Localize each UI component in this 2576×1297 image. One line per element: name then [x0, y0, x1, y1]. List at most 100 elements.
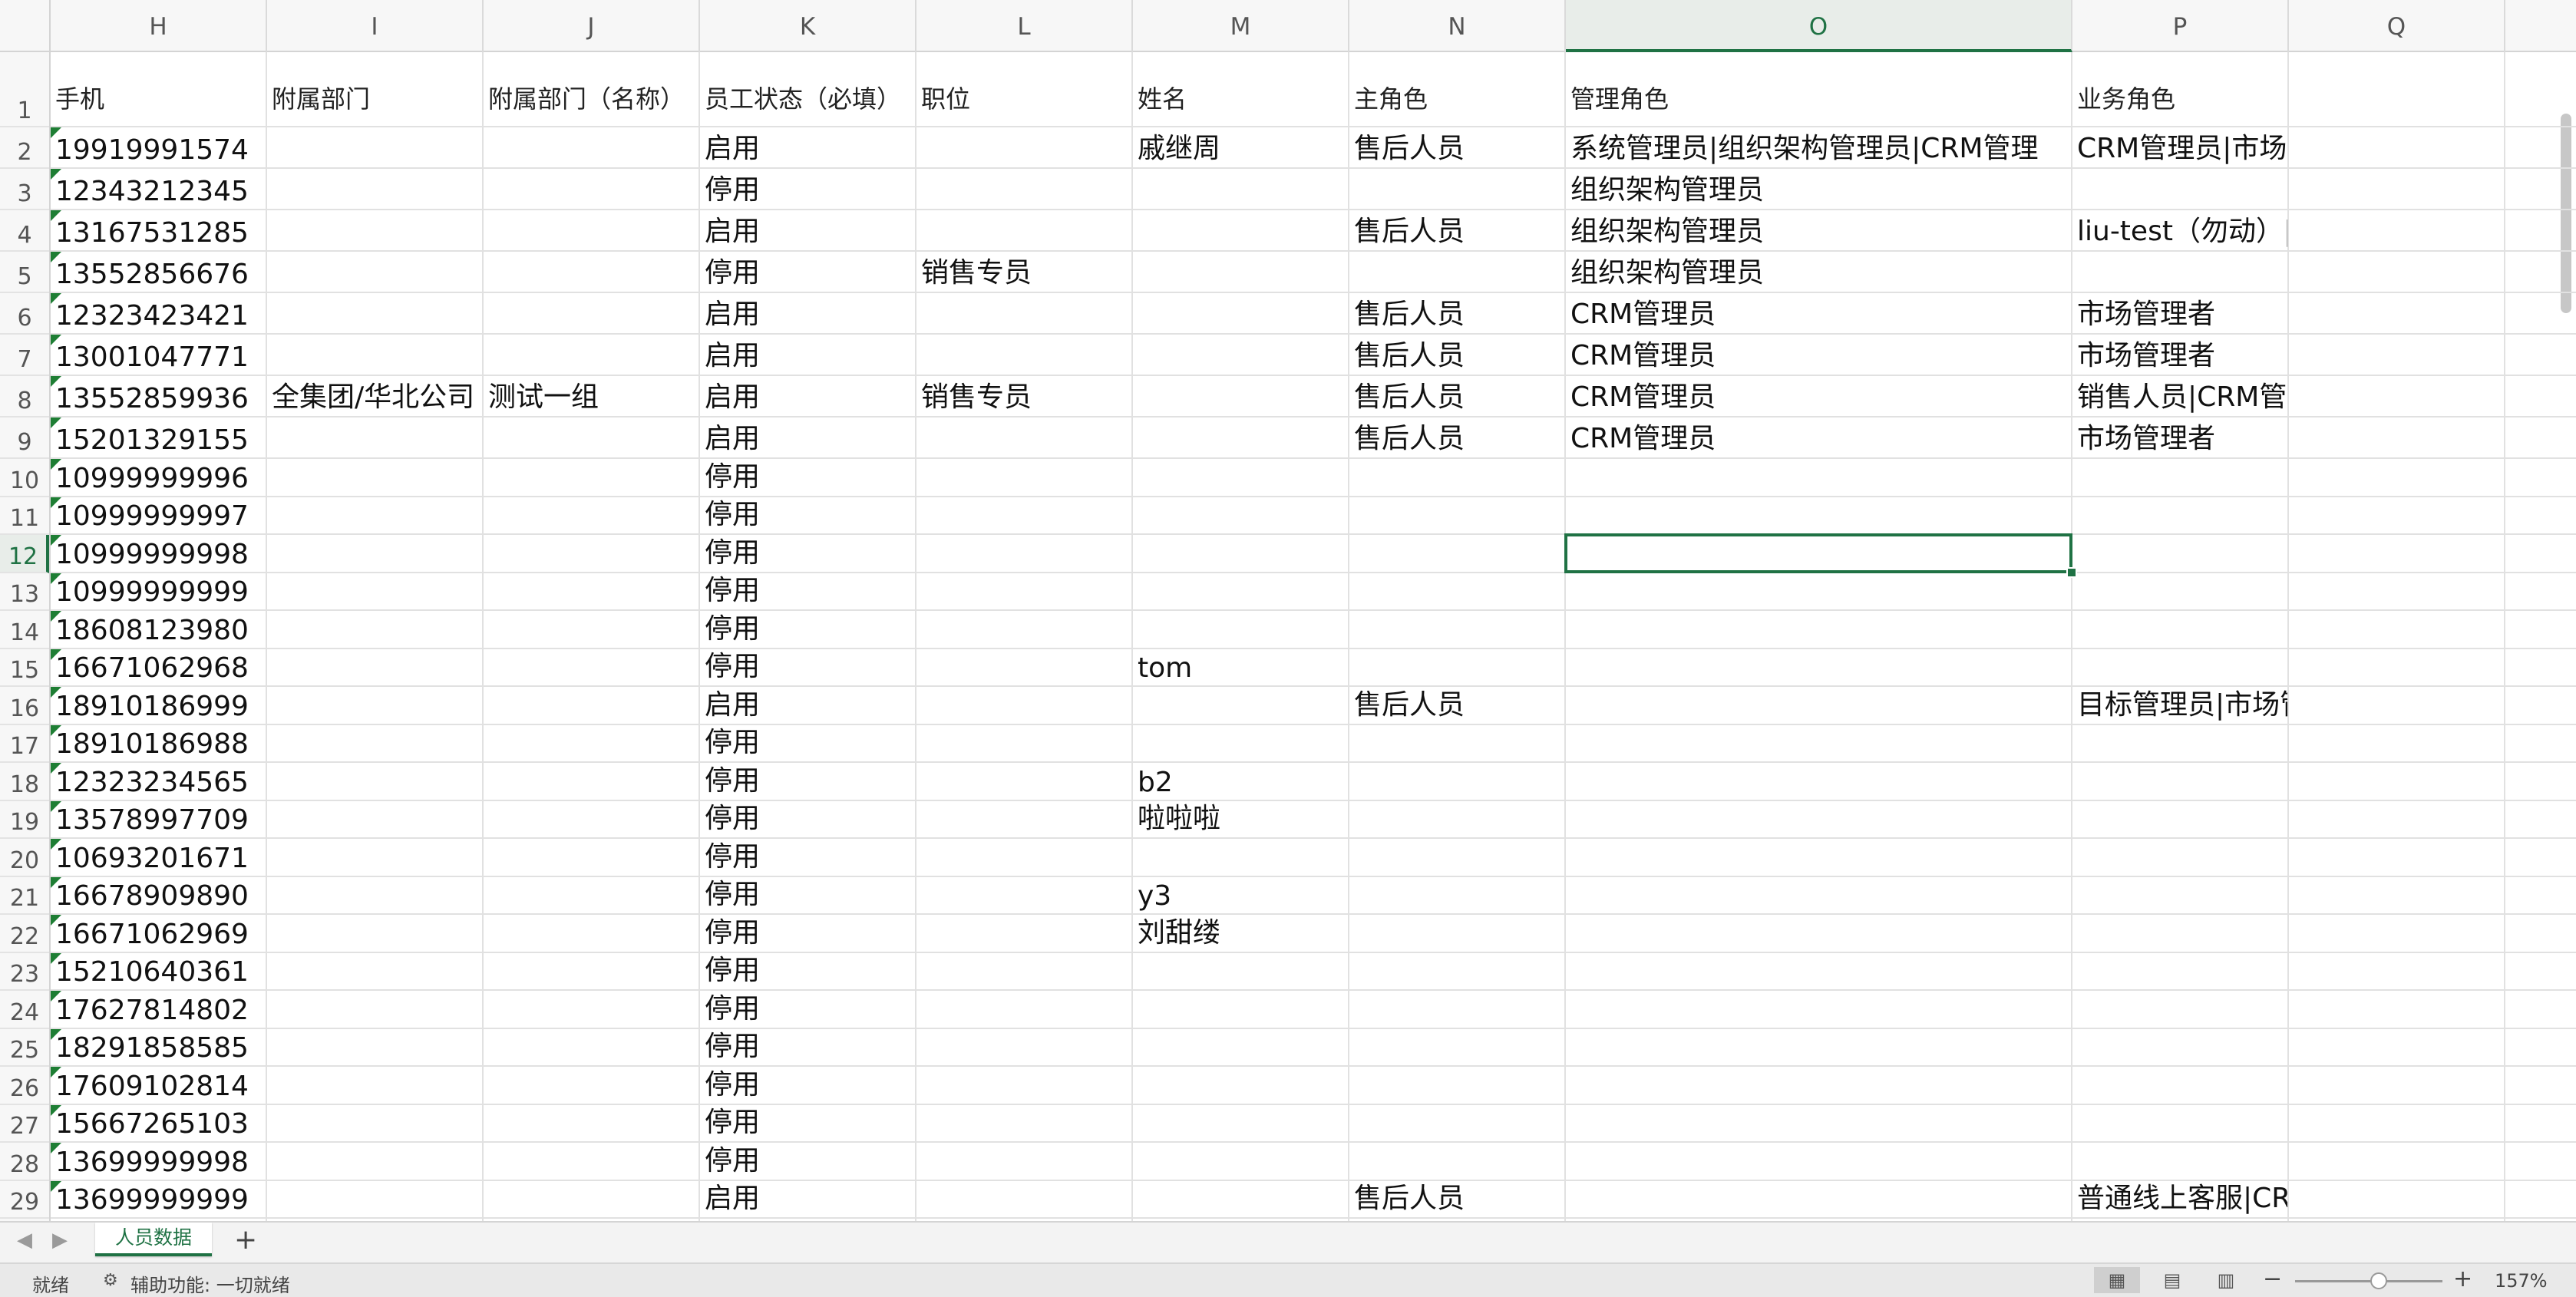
column-header-l[interactable]: L: [916, 0, 1133, 52]
row-header-29[interactable]: 29: [0, 1181, 49, 1219]
row-header-14[interactable]: 14: [0, 611, 49, 649]
table-cell[interactable]: 售后人员: [1349, 687, 1564, 724]
number-stored-as-text-flag-icon[interactable]: [51, 459, 61, 470]
table-cell[interactable]: 13578997709: [51, 800, 266, 838]
accessibility-status[interactable]: 辅助功能: 一切就绪: [130, 1270, 290, 1297]
column-header-q[interactable]: Q: [2289, 0, 2505, 52]
table-cell[interactable]: 16671062968: [51, 648, 266, 686]
table-cell[interactable]: 13552856676: [51, 252, 266, 292]
table-cell[interactable]: 停用: [700, 611, 915, 648]
table-cell[interactable]: 停用: [700, 801, 915, 838]
table-cell[interactable]: 停用: [700, 1029, 915, 1066]
table-cell[interactable]: 停用: [700, 252, 915, 292]
table-cell[interactable]: 13001047771: [51, 335, 266, 375]
select-all-corner[interactable]: [0, 0, 51, 52]
table-cell[interactable]: 18910186999: [51, 687, 266, 724]
normal-view-icon[interactable]: ▦: [2094, 1267, 2140, 1293]
number-stored-as-text-flag-icon[interactable]: [51, 127, 61, 138]
table-cell[interactable]: 市场管理者: [2072, 293, 2287, 333]
table-cell[interactable]: CRM管理员: [1566, 376, 2071, 416]
table-cell[interactable]: 组织架构管理员: [1566, 210, 2071, 250]
table-cell[interactable]: 启用: [700, 335, 915, 375]
table-cell[interactable]: 停用: [700, 573, 915, 610]
number-stored-as-text-flag-icon[interactable]: [51, 497, 61, 508]
number-stored-as-text-flag-icon[interactable]: [51, 687, 61, 698]
table-cell[interactable]: 停用: [700, 725, 915, 762]
table-cell[interactable]: 系统管理员|组织架构管理员|CRM管理: [1566, 127, 2071, 167]
table-cell[interactable]: 17609102814: [51, 1067, 266, 1104]
table-cell[interactable]: liu-test（勿动）|CRM观察者|部门主: [2072, 210, 2287, 250]
column-header-h[interactable]: H: [51, 0, 267, 52]
row-header-23[interactable]: 23: [0, 953, 49, 991]
zoom-in-button[interactable]: +: [2453, 1266, 2472, 1292]
header-cell[interactable]: 主角色: [1349, 52, 1564, 126]
number-stored-as-text-flag-icon[interactable]: [51, 376, 61, 387]
number-stored-as-text-flag-icon[interactable]: [51, 535, 61, 546]
table-cell[interactable]: 停用: [700, 169, 915, 209]
table-cell[interactable]: 市场管理者: [2072, 335, 2287, 375]
row-header-13[interactable]: 13: [0, 573, 49, 611]
plus-icon[interactable]: +: [234, 1224, 257, 1256]
table-cell[interactable]: 启用: [700, 687, 915, 724]
table-cell[interactable]: 销售专员: [916, 252, 1131, 292]
header-cell[interactable]: 管理角色: [1566, 52, 2071, 126]
column-header-n[interactable]: N: [1349, 0, 1566, 52]
table-cell[interactable]: 售后人员: [1349, 127, 1564, 167]
number-stored-as-text-flag-icon[interactable]: [51, 724, 61, 736]
table-cell[interactable]: 停用: [700, 763, 915, 800]
column-header-j[interactable]: J: [484, 0, 700, 52]
number-stored-as-text-flag-icon[interactable]: [51, 1180, 61, 1192]
table-cell[interactable]: 18910186988: [51, 724, 266, 762]
row-header-8[interactable]: 8: [0, 376, 49, 417]
header-cell[interactable]: [2289, 52, 2504, 126]
table-cell[interactable]: 启用: [700, 417, 915, 457]
table-cell[interactable]: 启用: [700, 127, 915, 167]
table-cell[interactable]: 16678909890: [51, 876, 266, 914]
header-cell[interactable]: 附属部门（名称）: [484, 52, 698, 126]
table-cell[interactable]: 停用: [700, 1105, 915, 1142]
table-cell[interactable]: 停用: [700, 1067, 915, 1104]
table-cell[interactable]: 市场管理者: [2072, 417, 2287, 457]
table-cell[interactable]: 停用: [700, 459, 915, 496]
zoom-level[interactable]: 157%: [2495, 1270, 2548, 1292]
number-stored-as-text-flag-icon[interactable]: [51, 800, 61, 812]
table-cell[interactable]: 售后人员: [1349, 417, 1564, 457]
table-cell[interactable]: 10999999999: [51, 573, 266, 610]
row-header-26[interactable]: 26: [0, 1067, 49, 1105]
table-cell[interactable]: 销售人员|CRM管理员|市场管理者|: [2072, 376, 2287, 416]
number-stored-as-text-flag-icon[interactable]: [51, 573, 61, 584]
number-stored-as-text-flag-icon[interactable]: [51, 1104, 61, 1116]
row-header-9[interactable]: 9: [0, 417, 49, 459]
table-cell[interactable]: 15667265103: [51, 1104, 266, 1142]
arrow-left-icon[interactable]: ◀: [17, 1229, 32, 1252]
spreadsheet-grid[interactable]: 手机 附属部门 附属部门（名称） 员工状态（必填） 职位 姓名 主角色 管理角色 业务角色 199…: [51, 52, 2576, 1221]
table-cell[interactable]: 13167531285: [51, 210, 266, 250]
table-cell[interactable]: b2: [1133, 763, 1348, 800]
table-cell[interactable]: 13699999999: [51, 1180, 266, 1218]
table-cell[interactable]: 启用: [700, 376, 915, 416]
table-cell[interactable]: 停用: [700, 953, 915, 990]
row-header-17[interactable]: 17: [0, 725, 49, 763]
number-stored-as-text-flag-icon[interactable]: [51, 876, 61, 888]
table-cell[interactable]: 15210640361: [51, 952, 266, 990]
header-cell[interactable]: 职位: [916, 52, 1131, 126]
header-cell[interactable]: 手机: [51, 52, 266, 126]
table-cell[interactable]: CRM管理员: [1566, 417, 2071, 457]
number-stored-as-text-flag-icon[interactable]: [51, 1028, 61, 1040]
table-cell[interactable]: 全集团/华北公司: [267, 376, 482, 416]
row-header-24[interactable]: 24: [0, 991, 49, 1029]
table-cell[interactable]: 售后人员: [1349, 1181, 1564, 1218]
table-cell[interactable]: 10999999997: [51, 497, 266, 534]
row-header-19[interactable]: 19: [0, 801, 49, 839]
row-header-25[interactable]: 25: [0, 1029, 49, 1067]
number-stored-as-text-flag-icon[interactable]: [51, 763, 61, 774]
table-cell[interactable]: 19919991574: [51, 127, 266, 167]
table-cell[interactable]: 13699999998: [51, 1143, 266, 1180]
table-cell[interactable]: 停用: [700, 839, 915, 876]
number-stored-as-text-flag-icon[interactable]: [51, 169, 61, 180]
table-cell[interactable]: 17627814802: [51, 991, 266, 1028]
header-cell[interactable]: 业务角色: [2072, 52, 2287, 126]
number-stored-as-text-flag-icon[interactable]: [51, 991, 61, 1002]
number-stored-as-text-flag-icon[interactable]: [51, 648, 61, 660]
number-stored-as-text-flag-icon[interactable]: [51, 417, 61, 428]
